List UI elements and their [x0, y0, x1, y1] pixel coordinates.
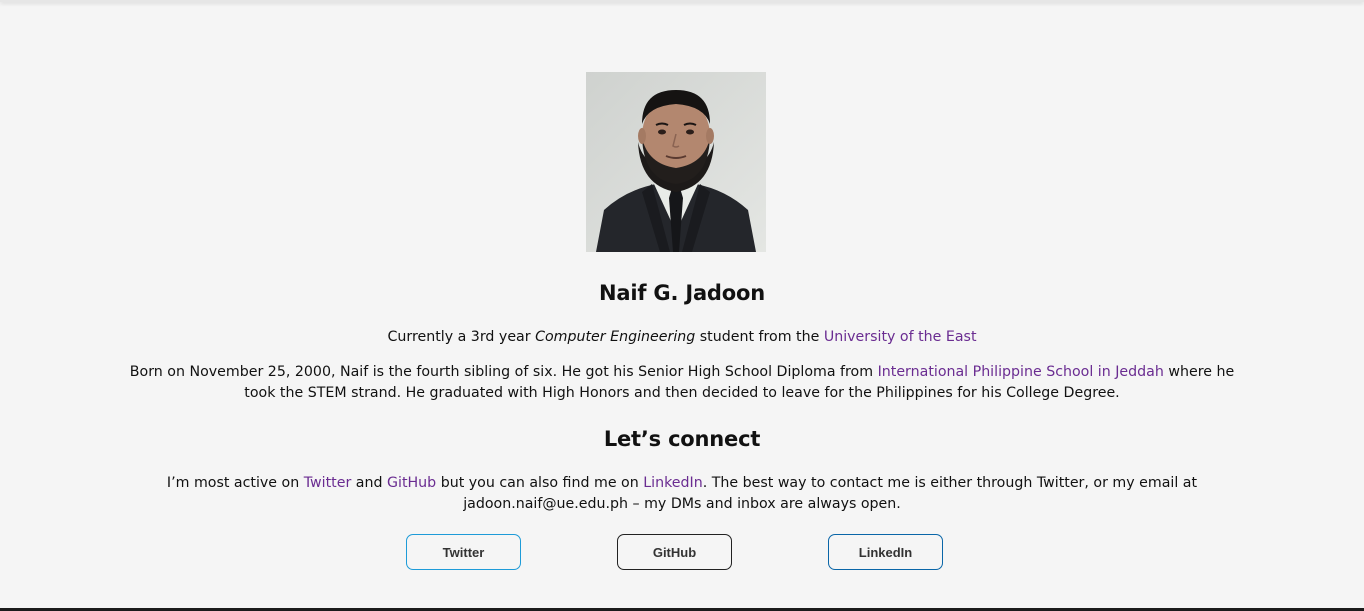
profile-photo	[586, 72, 766, 252]
connect-text-part-2: and	[351, 475, 388, 491]
high-school-link[interactable]: International Philippine School in Jedda…	[878, 364, 1164, 380]
profile-name: Naif G. Jadoon	[599, 281, 765, 305]
connect-text-part-3: but you can also find me on	[436, 475, 644, 491]
linkedin-button[interactable]: LinkedIn	[828, 534, 943, 570]
top-nav-shadow	[0, 0, 1364, 2]
twitter-inline-link[interactable]: Twitter	[304, 475, 352, 491]
twitter-button[interactable]: Twitter	[406, 534, 521, 570]
linkedin-button-label: LinkedIn	[858, 544, 913, 560]
bio-part-1: Born on November 25, 2000, Naif is the f…	[129, 364, 878, 380]
tagline-prefix: Currently a 3rd year	[387, 329, 536, 345]
connect-text-part-1: I’m most active on	[166, 475, 304, 491]
github-button-label: GitHub	[652, 544, 697, 560]
github-button[interactable]: GitHub	[617, 534, 732, 570]
tagline-middle: student from the	[695, 329, 824, 345]
profile-bio: Born on November 25, 2000, Naif is the f…	[120, 362, 1244, 404]
linkedin-inline-link[interactable]: LinkedIn	[643, 475, 702, 491]
profile-tagline: Currently a 3rd year Computer Engineerin…	[0, 327, 1364, 347]
connect-text: I’m most active on Twitter and GitHub bu…	[130, 473, 1234, 515]
twitter-button-label: Twitter	[442, 544, 485, 560]
tagline-major: Computer Engineering	[535, 329, 696, 345]
university-link[interactable]: University of the East	[824, 329, 977, 345]
connect-heading: Let’s connect	[603, 427, 761, 451]
github-inline-link[interactable]: GitHub	[387, 475, 436, 491]
